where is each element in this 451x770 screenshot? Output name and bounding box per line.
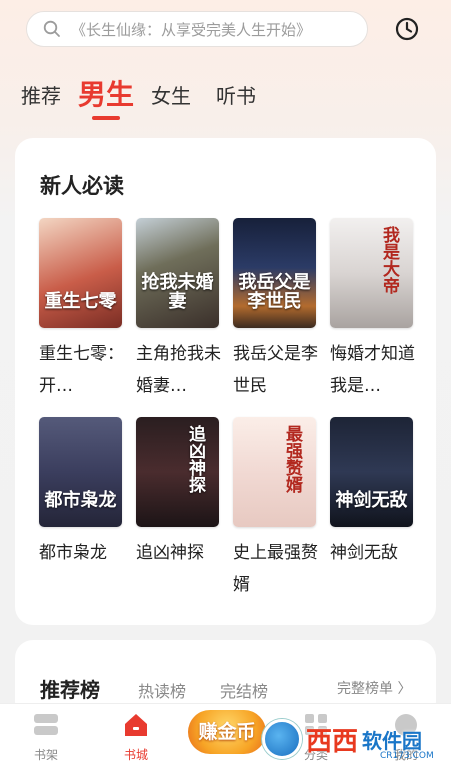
bookshelf-icon [34, 714, 58, 735]
tab-female[interactable]: 女生 [151, 80, 191, 109]
book-item[interactable]: 都市枭龙 都市枭龙 [39, 417, 122, 569]
book-item[interactable]: 我岳父是李世民 我岳父是李世民 [233, 218, 319, 402]
book-name[interactable]: 我岳父是李世民 [233, 338, 319, 402]
watermark-logo-icon [262, 719, 302, 759]
tab-recommend[interactable]: 推荐 [21, 80, 61, 109]
book-cover[interactable]: 重生七零 [39, 218, 122, 328]
watermark-text: 软件园 [362, 728, 423, 753]
cover-title: 都市枭龙 [44, 490, 117, 512]
book-cover[interactable]: 神剑无敌 [330, 417, 413, 527]
book-name[interactable]: 重生七零：开… [39, 338, 125, 402]
tab-hot[interactable]: 热读榜 [138, 678, 186, 702]
book-cover[interactable]: 我岳父是李世民 [233, 218, 316, 328]
book-item[interactable]: 重生七零 重生七零：开… [39, 218, 125, 402]
book-cover[interactable]: 我是大帝 [330, 218, 413, 328]
book-item[interactable]: 神剑无敌 神剑无敌 [330, 417, 413, 569]
ranking-title: 推荐榜 [40, 678, 100, 702]
cover-title: 最强赘婿 [282, 425, 302, 493]
search-bar[interactable]: 《长生仙缘：从享受完美人生开始》 [26, 11, 368, 47]
book-name[interactable]: 都市枭龙 [39, 537, 125, 569]
cover-title: 我是大帝 [379, 226, 399, 294]
section-title: 新人必读 [40, 174, 124, 198]
clock-icon[interactable] [394, 16, 420, 42]
nav-label: 书架 [33, 748, 58, 762]
book-item[interactable]: 追凶神探 追凶神探 [136, 417, 219, 569]
cover-title: 抢我未婚妻 [141, 272, 214, 313]
search-placeholder: 《长生仙缘：从享受完美人生开始》 [71, 20, 312, 39]
book-item[interactable]: 最强赘婿 史上最强赘婿 [233, 417, 319, 601]
search-icon [43, 20, 60, 37]
watermark-subtext: CR173.COM [380, 751, 434, 761]
book-name[interactable]: 史上最强赘婿 [233, 537, 319, 601]
home-icon [125, 714, 147, 736]
cover-title: 重生七零 [44, 291, 117, 313]
tab-finished[interactable]: 完结榜 [220, 678, 268, 702]
book-name[interactable]: 神剑无敌 [330, 537, 416, 569]
tab-male[interactable]: 男生 [78, 73, 134, 113]
watermark-text: 西西 [306, 726, 359, 757]
earn-coins-button[interactable]: 赚金币 [188, 710, 266, 754]
book-name[interactable]: 追凶神探 [136, 537, 222, 569]
nav-label: 书城 [123, 748, 148, 762]
cover-title: 追凶神探 [185, 425, 205, 493]
book-cover[interactable]: 最强赘婿 [233, 417, 316, 527]
book-cover[interactable]: 抢我未婚妻 [136, 218, 219, 328]
nav-bookstore[interactable]: 书城 [106, 712, 166, 763]
new-reader-section: 新人必读 重生七零 重生七零：开… 抢我未婚妻 主角抢我未婚妻… 我岳父是李世民… [15, 138, 436, 625]
full-ranking-link[interactable]: 完整榜单 〉 [337, 678, 411, 698]
cover-title: 神剑无敌 [335, 490, 408, 512]
book-name[interactable]: 悔婚才知道我是… [330, 338, 416, 402]
site-watermark: 西西 软件园 CR173.COM [262, 717, 442, 761]
book-cover[interactable]: 都市枭龙 [39, 417, 122, 527]
nav-bookshelf[interactable]: 书架 [16, 712, 76, 763]
book-name[interactable]: 主角抢我未婚妻… [136, 338, 222, 402]
book-cover[interactable]: 追凶神探 [136, 417, 219, 527]
channel-tabs: 推荐 男生 女生 听书 [0, 70, 451, 120]
book-item[interactable]: 我是大帝 悔婚才知道我是… [330, 218, 416, 402]
active-tab-indicator [92, 116, 120, 120]
tab-audiobook[interactable]: 听书 [216, 80, 256, 109]
cover-title: 我岳父是李世民 [238, 272, 311, 313]
book-item[interactable]: 抢我未婚妻 主角抢我未婚妻… [136, 218, 222, 402]
